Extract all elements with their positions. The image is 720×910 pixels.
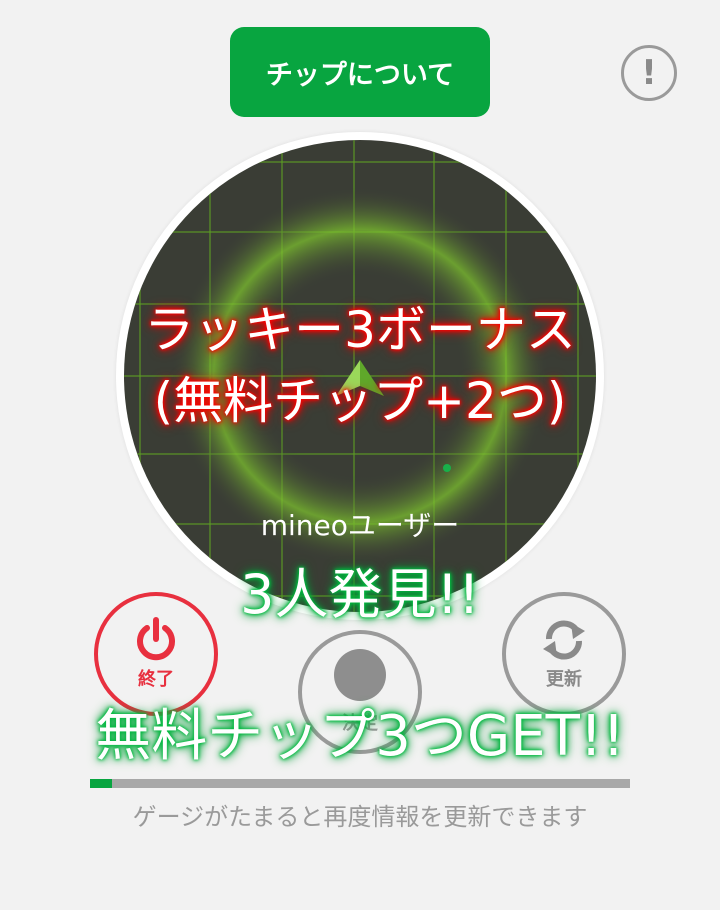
refresh-button[interactable]: 更新: [502, 592, 626, 716]
users-label: mineoユーザー: [260, 509, 460, 542]
refresh-icon: [543, 620, 585, 660]
info-button[interactable]: !: [621, 45, 677, 101]
end-label: 終了: [138, 669, 174, 690]
user-dot: [443, 464, 451, 472]
refresh-label: 更新: [546, 669, 582, 690]
decide-dot-icon: [334, 649, 386, 701]
bonus-subtitle: (無料チップ+2つ): [153, 372, 567, 430]
get-chips-text: 無料チップ3つGET!!: [95, 704, 625, 769]
end-button[interactable]: 終了: [94, 592, 218, 716]
bonus-title: ラッキー3ボーナス: [144, 301, 576, 359]
about-chips-button[interactable]: チップについて: [230, 27, 490, 117]
gauge-hint: ゲージがたまると再度情報を更新できます: [132, 803, 588, 831]
exclamation-icon: !: [641, 53, 657, 93]
refresh-gauge: [90, 779, 630, 788]
gauge-fill: [90, 779, 112, 788]
power-icon: [137, 617, 175, 661]
